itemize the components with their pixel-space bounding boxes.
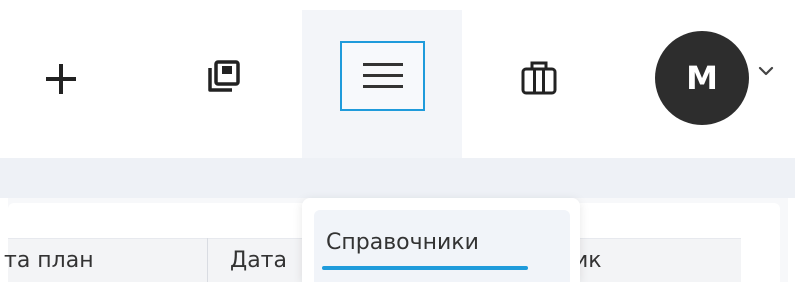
- column-header[interactable]: та план: [4, 248, 204, 273]
- app-root: M та план Дата ик Справочники: [0, 0, 795, 282]
- copy-icon[interactable]: [200, 56, 244, 100]
- avatar-initial: M: [686, 59, 718, 97]
- menu-icon: [363, 63, 403, 88]
- column-divider: [207, 238, 208, 282]
- toolbar-band: [0, 158, 795, 198]
- menu-item-label: Справочники: [326, 230, 479, 255]
- top-header: M: [0, 0, 795, 158]
- active-underline: [322, 266, 528, 270]
- chevron-down-icon[interactable]: [756, 64, 776, 78]
- plus-icon[interactable]: [44, 62, 78, 96]
- briefcase-icon[interactable]: [517, 56, 561, 100]
- column-header[interactable]: Дата: [230, 248, 310, 273]
- dropdown-menu: Справочники: [302, 198, 580, 282]
- avatar[interactable]: M: [655, 31, 749, 125]
- column-header[interactable]: ик: [574, 248, 654, 273]
